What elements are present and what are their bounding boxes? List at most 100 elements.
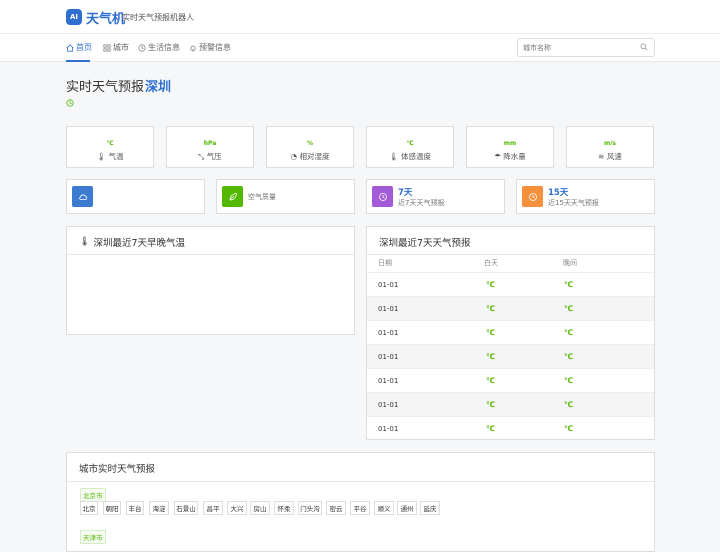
city-tag[interactable]: 房山 bbox=[250, 501, 270, 515]
cell-day: ℃ bbox=[486, 328, 496, 337]
city-tag[interactable]: 密云 bbox=[326, 501, 346, 515]
card-15day-value: 15天 bbox=[548, 188, 569, 198]
panel-divider bbox=[67, 254, 354, 255]
city-tag[interactable]: 通州 bbox=[397, 501, 417, 515]
clock-icon bbox=[138, 43, 146, 52]
city-tag[interactable]: 石景山 bbox=[174, 501, 198, 515]
cell-date: 01-01 bbox=[378, 353, 399, 361]
city-tag[interactable]: 昌平 bbox=[203, 501, 223, 515]
main-nav: 首页 城市 生活信息 预警信息 bbox=[0, 34, 720, 62]
table-row: 01-01 ℃ ℃ bbox=[367, 344, 654, 368]
header-night: 晚间 bbox=[563, 259, 577, 267]
nav-life-label: 生活信息 bbox=[148, 43, 180, 52]
cell-day: ℃ bbox=[486, 304, 496, 313]
search-icon[interactable] bbox=[640, 43, 648, 51]
table-row: 01-01 ℃ ℃ bbox=[367, 368, 654, 392]
stat-feels-like: ℃ 🌡︎ 体感温度 bbox=[366, 126, 454, 168]
search-box[interactable] bbox=[517, 38, 655, 57]
card-air-label: 空气质量 bbox=[248, 193, 276, 201]
card-15day[interactable]: 15天 近15天天气预报 bbox=[516, 179, 655, 214]
panel-divider bbox=[67, 481, 654, 482]
cell-date: 01-01 bbox=[378, 329, 399, 337]
cell-day: ℃ bbox=[486, 280, 496, 289]
stat-label: ⤡ 气压 bbox=[198, 152, 222, 161]
header-day: 白天 bbox=[484, 259, 498, 267]
grid-icon bbox=[103, 43, 111, 52]
stat-humidity: % ◔ 相对湿度 bbox=[266, 126, 354, 168]
cell-night: ℃ bbox=[564, 400, 574, 409]
card-air-quality[interactable]: 空气质量 bbox=[216, 179, 355, 214]
temp-panel-title: 🌡︎ 深圳最近7天早晚气温 bbox=[79, 237, 185, 249]
nav-home[interactable]: 首页 bbox=[66, 42, 92, 53]
cell-date: 01-01 bbox=[378, 305, 399, 313]
wind-icon: ≋ bbox=[598, 152, 607, 161]
logo-text[interactable]: 天气机 bbox=[86, 8, 125, 27]
nav-life[interactable]: 生活信息 bbox=[138, 42, 180, 53]
header-date: 日期 bbox=[378, 259, 392, 267]
stat-wind: m/s ≋ 风速 bbox=[566, 126, 654, 168]
stat-label: 🌡︎ 气温 bbox=[96, 152, 124, 161]
city-tag[interactable]: 延庆 bbox=[420, 501, 440, 515]
top-header: AI 天气机 实时天气预报机器人 bbox=[0, 0, 720, 34]
cell-date: 01-01 bbox=[378, 281, 399, 289]
stat-precipitation: mm ☂ 降水量 bbox=[466, 126, 554, 168]
logo-mark[interactable]: AI bbox=[66, 9, 82, 25]
city-tag[interactable]: 北京 bbox=[80, 501, 98, 515]
cell-day: ℃ bbox=[486, 352, 496, 361]
forecast-panel-title: 深圳最近7天天气预报 bbox=[379, 238, 471, 249]
province-beijing[interactable]: 北京市 bbox=[80, 488, 106, 502]
city-tag[interactable]: 平谷 bbox=[350, 501, 370, 515]
city-tag[interactable]: 怀柔 bbox=[274, 501, 294, 515]
city-tag[interactable]: 顺义 bbox=[374, 501, 394, 515]
nav-city[interactable]: 城市 bbox=[103, 42, 129, 53]
search-input[interactable] bbox=[523, 42, 633, 54]
stat-unit: ℃ bbox=[106, 140, 114, 147]
pressure-icon: ⤡ bbox=[198, 152, 207, 161]
bell-icon bbox=[190, 45, 196, 51]
city-panel-title: 城市实时天气预报 bbox=[79, 464, 156, 475]
card-7day-value: 7天 bbox=[398, 188, 413, 198]
cell-date: 01-01 bbox=[378, 401, 399, 409]
stat-label: 🌡︎ 体感温度 bbox=[389, 152, 431, 161]
stat-label: ◔ 相对湿度 bbox=[290, 152, 330, 161]
city-tag[interactable]: 门头沟 bbox=[298, 501, 322, 515]
stat-unit: mm bbox=[503, 140, 517, 147]
nav-alert-label: 预警信息 bbox=[199, 43, 231, 52]
city-tag[interactable]: 丰台 bbox=[126, 501, 144, 515]
city-tag[interactable]: 朝阳 bbox=[103, 501, 121, 515]
stat-unit: hPa bbox=[203, 140, 217, 147]
cell-night: ℃ bbox=[564, 424, 574, 433]
nav-active-indicator bbox=[66, 60, 90, 62]
table-row: 01-01 ℃ ℃ bbox=[367, 416, 654, 440]
clock-icon bbox=[372, 186, 393, 207]
cell-date: 01-01 bbox=[378, 425, 399, 433]
card-weather[interactable] bbox=[66, 179, 205, 214]
stat-unit: ℃ bbox=[406, 140, 414, 147]
table-row: 01-01 ℃ ℃ bbox=[367, 296, 654, 320]
cell-date: 01-01 bbox=[378, 377, 399, 385]
stat-unit: m/s bbox=[603, 140, 616, 147]
cell-night: ℃ bbox=[564, 376, 574, 385]
province-tianjin[interactable]: 天津市 bbox=[80, 530, 106, 544]
thermometer-icon: 🌡︎ bbox=[389, 152, 401, 161]
card-7day[interactable]: 7天 近7天天气预报 bbox=[366, 179, 505, 214]
thermometer-icon: 🌡︎ bbox=[96, 152, 109, 161]
city-tag[interactable]: 海淀 bbox=[149, 501, 169, 515]
card-7day-label: 近7天天气预报 bbox=[398, 199, 445, 207]
card-15day-label: 近15天天气预报 bbox=[548, 199, 599, 207]
table-row: 01-01 ℃ ℃ bbox=[367, 272, 654, 296]
stat-label: ☂ 降水量 bbox=[494, 152, 526, 161]
cell-night: ℃ bbox=[564, 352, 574, 361]
cloud-icon bbox=[72, 186, 93, 207]
nav-city-label: 城市 bbox=[113, 43, 129, 52]
stat-temperature: ℃ 🌡︎ 气温 bbox=[66, 126, 154, 168]
city-tag[interactable]: 大兴 bbox=[227, 501, 247, 515]
clock-icon bbox=[66, 99, 74, 107]
stat-pressure: hPa ⤡ 气压 bbox=[166, 126, 254, 168]
cell-day: ℃ bbox=[486, 376, 496, 385]
page-city: 深圳 bbox=[145, 80, 172, 95]
home-icon bbox=[66, 43, 74, 52]
nav-alert[interactable]: 预警信息 bbox=[189, 42, 231, 53]
cell-night: ℃ bbox=[564, 328, 574, 337]
thermometer-icon: 🌡︎ bbox=[79, 237, 91, 247]
